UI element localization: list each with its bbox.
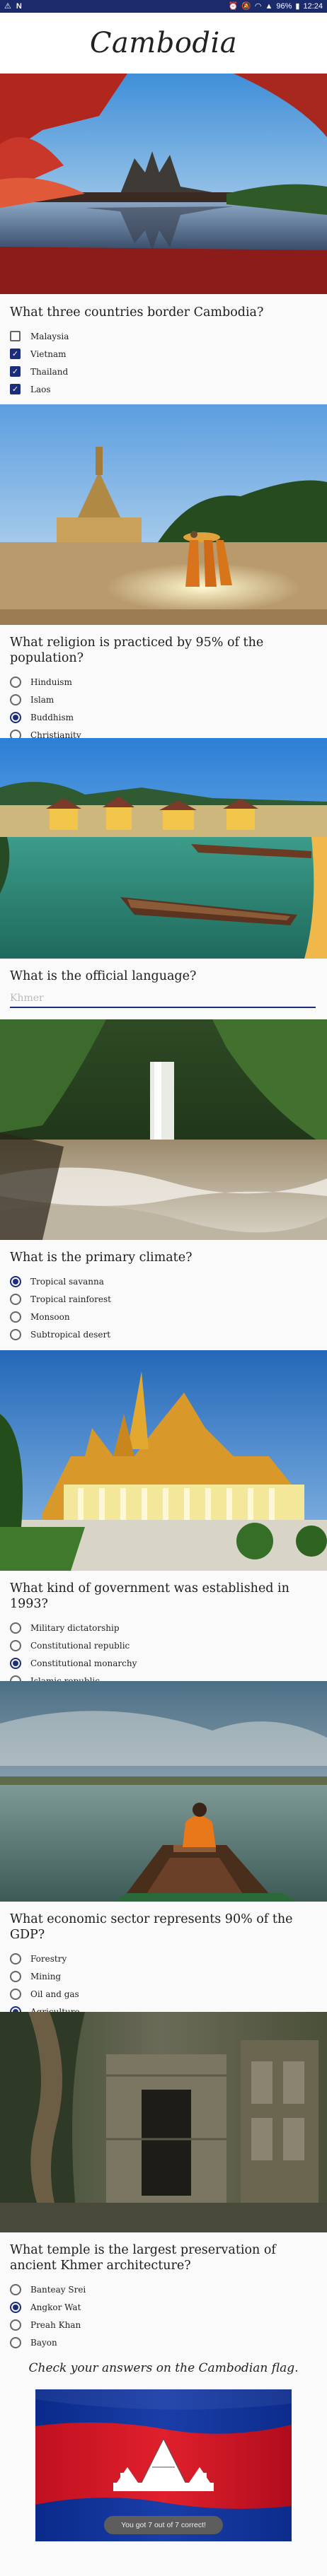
option-tropical-savanna[interactable]: Tropical savanna [10,1272,327,1290]
option-label: Mining [30,1971,62,1981]
app-notification-icon: N [16,1,22,11]
radio-button[interactable] [10,2336,21,2348]
option-label: Malaysia [30,331,69,341]
option-constitutional-republic[interactable]: Constitutional republic [10,1637,327,1654]
signal-icon: ▲ [265,1,273,11]
battery-level: 96% [276,2,292,11]
question-title: What is the official language? [10,969,197,983]
river-boats-photo [0,738,327,959]
option-islam[interactable]: Islam [10,691,327,708]
flag-caption: Check your answers on the Cambodian flag… [28,2361,299,2375]
option-label: Subtropical desert [30,1329,111,1340]
option-banteay-srei[interactable]: Banteay Srei [10,2281,327,2298]
radio-button[interactable] [10,1622,21,1634]
option-label: Banteay Srei [30,2284,86,2295]
language-answer-field[interactable]: Khmer [10,991,316,1008]
app-header: Cambodia [0,13,327,74]
option-label: Angkor Wat [30,2302,81,2312]
radio-button[interactable] [10,2283,21,2295]
option-vietnam[interactable]: ✓ Vietnam [10,345,327,363]
option-thailand[interactable]: ✓ Thailand [10,363,327,380]
angkor-wat-photo [0,74,327,294]
option-label: Vietnam [30,349,67,359]
radio-button-selected[interactable] [10,1657,21,1669]
result-toast: You got 7 out of 7 correct! [104,2516,223,2534]
radio-button-selected[interactable] [10,711,21,723]
alarm-icon: ⏰ [228,1,239,11]
option-label: Bayon [30,2337,57,2348]
option-label: Oil and gas [30,1989,79,1999]
radio-button[interactable] [10,2319,21,2331]
monks-temple-photo [0,404,327,625]
option-label: Military dictatorship [30,1622,120,1633]
option-mining[interactable]: Mining [10,1967,327,1985]
option-label: Constitutional monarchy [30,1658,137,1668]
option-oil-and-gas[interactable]: Oil and gas [10,1985,327,2003]
mute-icon: 🔕 [241,1,251,11]
option-bayon[interactable]: Bayon [10,2334,327,2351]
option-military-dictatorship[interactable]: Military dictatorship [10,1619,327,1637]
radio-button-selected[interactable] [10,2301,21,2313]
question-7: What temple is the largest preservation … [0,2232,327,2356]
option-label: Buddhism [30,712,74,722]
question-title: What temple is the largest preservation … [10,2243,276,2273]
option-tropical-rainforest[interactable]: Tropical rainforest [10,1290,327,1308]
checkbox-checked[interactable]: ✓ [10,384,21,394]
wifi-icon: ◠ [254,1,262,11]
option-malaysia[interactable]: Malaysia [10,327,327,345]
option-preah-khan[interactable]: Preah Khan [10,2316,327,2334]
waterfall-photo [0,1019,327,1240]
question-4: What is the primary climate? Tropical sa… [0,1240,327,1350]
royal-palace-photo [0,1350,327,1571]
option-subtropical-desert[interactable]: Subtropical desert [10,1325,327,1343]
question-5: What kind of government was established … [0,1571,327,1687]
option-label: Islam [30,694,54,705]
question-title: What economic sector represents 90% of t… [10,1912,293,1942]
question-title: What religion is practiced by 95% of the… [10,636,264,665]
radio-button-selected[interactable] [10,1275,21,1287]
option-label: Preah Khan [30,2319,81,2330]
radio-button[interactable] [10,1328,21,1340]
option-angkor-wat[interactable]: Angkor Wat [10,2298,327,2316]
page-title: Cambodia [89,27,238,59]
option-label: Laos [30,384,51,394]
question-3: What is the official language? Khmer [0,959,327,1019]
question-6: What economic sector represents 90% of t… [0,1902,327,2018]
radio-button[interactable] [10,676,21,688]
option-label: Hinduism [30,677,72,687]
option-label: Constitutional republic [30,1640,130,1651]
clock: 12:24 [303,2,323,11]
question-title: What kind of government was established … [10,1581,289,1611]
checkbox[interactable] [10,331,21,341]
question-title: What is the primary climate? [10,1251,193,1265]
option-label: Forestry [30,1953,67,1964]
radio-button[interactable] [10,1311,21,1323]
warning-icon: ⚠ [4,1,11,11]
battery-icon: ▮ [295,1,300,11]
boat-lake-photo [0,1681,327,1902]
option-buddhism[interactable]: Buddhism [10,708,327,726]
radio-button[interactable] [10,1988,21,2000]
question-title: What three countries border Cambodia? [10,305,264,320]
option-monsoon[interactable]: Monsoon [10,1308,327,1325]
checkbox-checked[interactable]: ✓ [10,366,21,377]
option-laos[interactable]: ✓ Laos [10,380,327,398]
option-label: Tropical savanna [30,1276,104,1287]
question-2: What religion is practiced by 95% of the… [0,625,327,741]
question-1: What three countries border Cambodia? Ma… [0,294,327,404]
radio-button[interactable] [10,1293,21,1305]
option-forestry[interactable]: Forestry [10,1950,327,1967]
radio-button[interactable] [10,1953,21,1965]
option-label: Thailand [30,366,69,377]
option-constitutional-monarchy[interactable]: Constitutional monarchy [10,1654,327,1672]
radio-button[interactable] [10,1970,21,1982]
radio-button[interactable] [10,1639,21,1651]
checkbox-checked[interactable]: ✓ [10,349,21,359]
option-label: Monsoon [30,1311,70,1322]
radio-button[interactable] [10,693,21,706]
option-label: Tropical rainforest [30,1294,111,1304]
temple-ruins-photo [0,2012,327,2232]
option-hinduism[interactable]: Hinduism [10,673,327,691]
status-bar: ⚠ N ⏰ 🔕 ◠ ▲ 96% ▮ 12:24 [0,0,327,13]
